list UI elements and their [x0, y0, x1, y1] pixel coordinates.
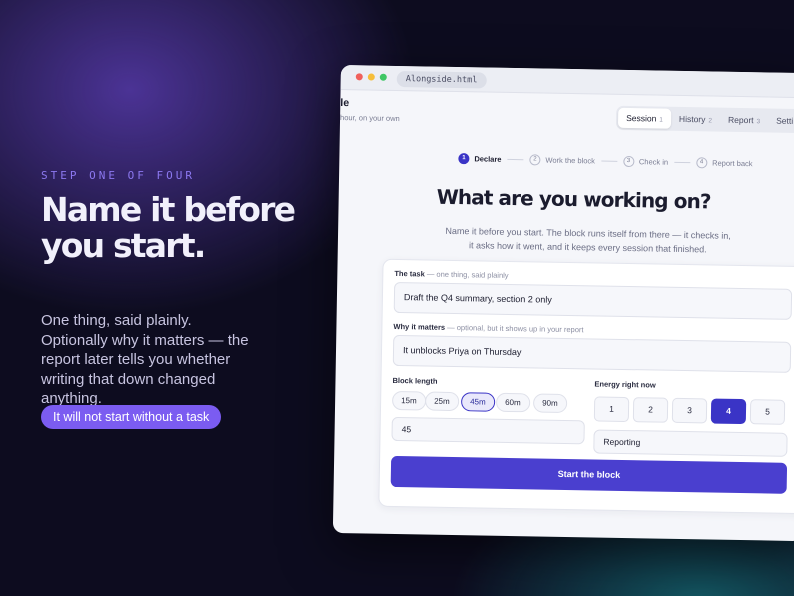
hero-headline: Name it before you start. [41, 190, 296, 265]
block-length-label: Block length [392, 375, 438, 386]
stepper: 1 Declare 2 Work the block 3 Check in 4 Repo… [458, 153, 753, 169]
energy-option-1[interactable]: 1 [593, 396, 630, 423]
step-label: Work the block [545, 155, 596, 166]
maximize-window-dot[interactable] [379, 73, 387, 81]
minimize-window-dot[interactable] [367, 73, 375, 81]
window-chrome: Alongside.html [340, 65, 794, 99]
session-form: The task — one thing, said plainly Draft… [378, 258, 794, 515]
tab-session[interactable]: Session 1 [617, 107, 672, 129]
category-input[interactable]: Reporting [593, 429, 788, 457]
tab-settings[interactable]: Setti [768, 110, 794, 131]
tab-label: Setti [776, 115, 794, 126]
step-eyebrow: STEP ONE OF FOUR [41, 169, 195, 182]
close-window-dot[interactable] [355, 73, 363, 81]
app-window: Alongside.html le hour, on your own Sess… [332, 65, 794, 542]
step-label: Declare [474, 154, 502, 164]
step-number: 4 [696, 157, 708, 169]
step-label: Check in [638, 157, 669, 167]
step-connector [507, 158, 524, 161]
why-input[interactable]: It unblocks Priya on Thursday [392, 334, 792, 373]
app-title: le [340, 96, 350, 110]
step-connector [600, 160, 617, 162]
tab-history[interactable]: History 2 [671, 109, 720, 130]
step-report-back: 4 Report back [696, 157, 753, 169]
tab-report[interactable]: Report 3 [720, 110, 768, 131]
start-block-button[interactable]: Start the block [390, 455, 788, 494]
energy-option-2[interactable]: 2 [632, 397, 669, 423]
why-label: Why it matters — optional, but it shows … [393, 321, 584, 335]
task-input[interactable]: Draft the Q4 summary, section 2 only [393, 281, 793, 320]
energy-label: Energy right now [594, 379, 656, 390]
requirement-pill: It will not start without a task [41, 405, 222, 429]
step-work-block: 2 Work the block [529, 154, 595, 166]
task-label: The task — one thing, said plainly [394, 268, 509, 280]
step-label: Report back [712, 158, 753, 169]
url-tab[interactable]: Alongside.html [396, 70, 487, 89]
tab-label: Report [727, 114, 754, 126]
tab-label: History [678, 113, 706, 125]
block-option-45m[interactable]: 45m [460, 392, 495, 412]
hero-subtext: One thing, said plainly. Optionally why … [41, 312, 249, 407]
energy-option-3[interactable]: 3 [671, 397, 708, 424]
step-number: 3 [622, 155, 635, 168]
block-option-60m[interactable]: 60m [495, 392, 530, 413]
tab-shortcut: 2 [708, 117, 713, 125]
block-option-25m[interactable]: 25m [424, 391, 459, 412]
tab-shortcut: 1 [659, 116, 664, 124]
step-check-in: 3 Check in [622, 155, 669, 168]
task-hint: — one thing, said plainly [426, 269, 509, 280]
page-description: Name it before you start. The block runs… [445, 225, 731, 255]
nav-tabs: Session 1 History 2 Report 3 Setti [615, 105, 794, 134]
step-number: 1 [458, 153, 470, 165]
energy-option-5[interactable]: 5 [749, 399, 786, 425]
tab-shortcut: 3 [756, 118, 761, 126]
page-title: What are you working on? [436, 184, 711, 214]
block-length-input[interactable]: 45 [391, 416, 585, 445]
step-declare: 1 Declare [458, 153, 502, 165]
block-option-90m[interactable]: 90m [532, 393, 567, 413]
block-option-15m[interactable]: 15m [391, 390, 426, 411]
step-number: 2 [529, 154, 541, 166]
step-connector [674, 161, 691, 164]
app-subtitle: hour, on your own [340, 112, 400, 124]
energy-option-4[interactable]: 4 [710, 398, 747, 425]
why-hint: — optional, but it shows up in your repo… [447, 322, 584, 335]
tab-label: Session [626, 112, 657, 124]
